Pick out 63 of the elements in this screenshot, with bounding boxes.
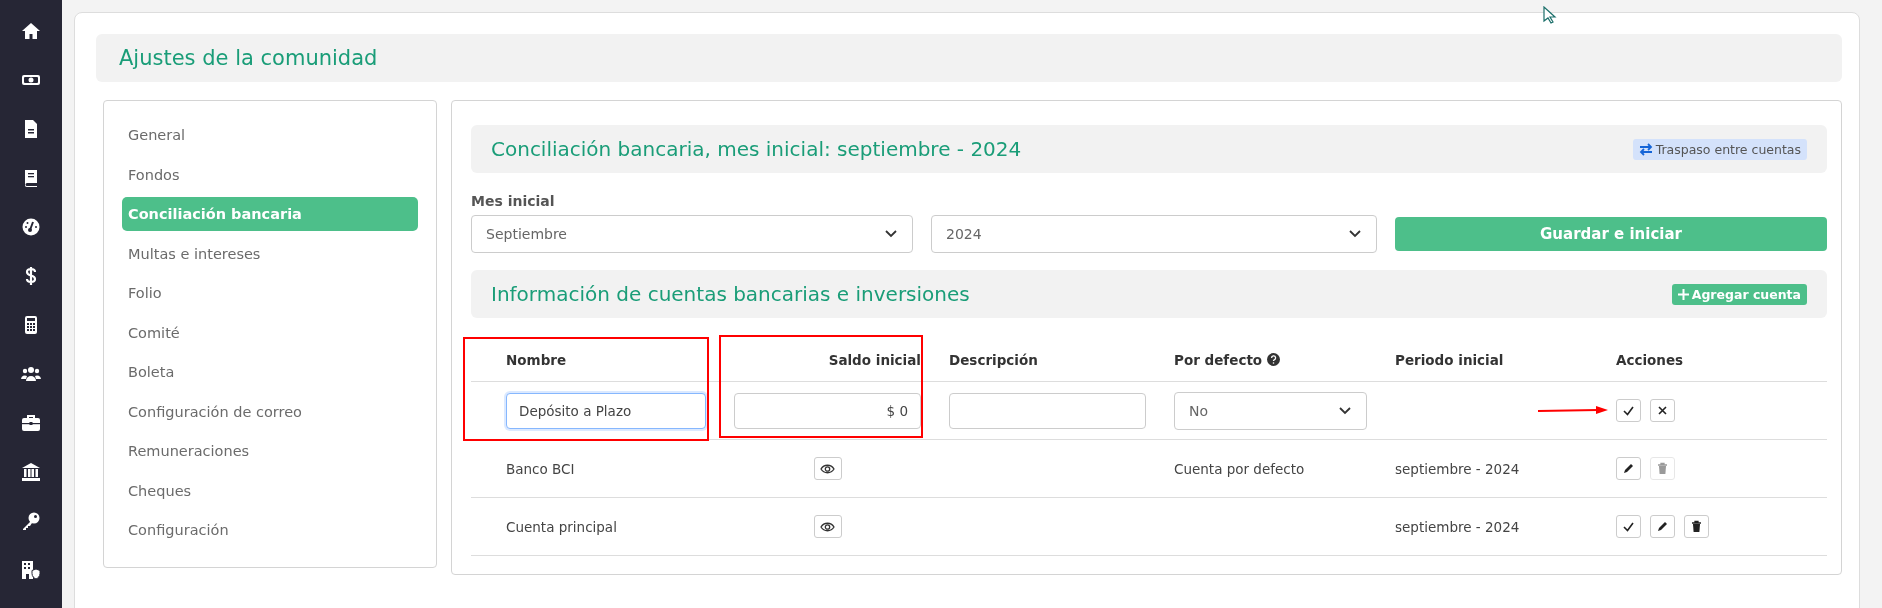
menu-item[interactable]: Comité xyxy=(122,315,418,350)
table-cell: septiembre - 2024 xyxy=(1395,518,1520,535)
year-select[interactable]: 2024 xyxy=(931,215,1377,253)
column-header: Saldo inicial xyxy=(828,351,921,368)
check-icon xyxy=(1622,404,1635,417)
key-icon[interactable] xyxy=(21,511,41,531)
pencil-icon xyxy=(1622,462,1635,475)
trash-icon xyxy=(1656,462,1669,475)
section-title: Información de cuentas bancarias e inversiones xyxy=(491,282,970,306)
home-icon[interactable] xyxy=(21,21,41,41)
column-header: Descripción xyxy=(949,351,1038,368)
trash-button[interactable] xyxy=(1684,515,1709,538)
column-header: Acciones xyxy=(1616,351,1684,368)
pencil-button[interactable] xyxy=(1616,457,1641,480)
check-icon xyxy=(1622,520,1635,533)
users-icon[interactable] xyxy=(21,364,41,384)
help-icon[interactable] xyxy=(1267,353,1281,366)
pencil-button[interactable] xyxy=(1650,515,1675,538)
check-button[interactable] xyxy=(1616,515,1641,538)
close-button[interactable] xyxy=(1650,399,1675,422)
section-title: Conciliación bancaria, mes inicial: septiembre - 2024 xyxy=(491,137,1022,161)
chevron-down-icon xyxy=(884,229,898,239)
briefcase-icon[interactable] xyxy=(21,413,41,433)
chevron-down-icon xyxy=(1338,405,1352,416)
table-cell: Cuenta por defecto xyxy=(1174,460,1305,477)
menu-item[interactable]: Fondos xyxy=(122,157,418,192)
menu-item[interactable]: Remuneraciones xyxy=(122,434,418,468)
column-header: Periodo inicial xyxy=(1395,351,1504,368)
menu-item[interactable]: Boleta xyxy=(122,355,418,389)
menu-item[interactable]: Multas e intereses xyxy=(122,236,418,271)
menu-item[interactable]: Configuración xyxy=(122,513,418,547)
table-cell: Cuenta principal xyxy=(506,518,617,535)
view-button[interactable] xyxy=(813,515,842,538)
balance-input[interactable]: $ 0 xyxy=(734,392,921,429)
month-select[interactable]: Septiembre xyxy=(471,215,913,253)
swap-arrows-icon xyxy=(1638,142,1653,156)
default-select[interactable]: No xyxy=(1174,391,1367,430)
eye-icon xyxy=(820,462,835,475)
annotation-arrow xyxy=(1538,404,1608,416)
page-title: Ajustes de la comunidad xyxy=(119,46,378,70)
menu-item[interactable]: General xyxy=(122,118,418,152)
chevron-down-icon xyxy=(1348,229,1362,239)
table-cell: septiembre - 2024 xyxy=(1395,460,1520,477)
trash-icon xyxy=(1690,520,1703,533)
eye-icon xyxy=(820,520,835,533)
description-input[interactable] xyxy=(949,392,1146,429)
menu-item[interactable]: Configuración de correo xyxy=(122,394,418,429)
building-shield-icon[interactable] xyxy=(21,560,41,580)
name-input[interactable]: Depósito a Plazo xyxy=(506,392,706,429)
column-header: Por defecto xyxy=(1174,351,1263,368)
view-button[interactable] xyxy=(813,457,842,480)
column-header: Nombre xyxy=(506,351,567,368)
plus-icon xyxy=(1677,288,1689,300)
bank-icon[interactable] xyxy=(21,462,41,482)
pencil-icon xyxy=(1656,520,1669,533)
table-cell: Banco BCI xyxy=(506,460,575,477)
check-button[interactable] xyxy=(1616,399,1641,422)
close-icon xyxy=(1656,404,1669,417)
transfer-button[interactable]: Traspaso entre cuentas xyxy=(1632,138,1807,160)
menu-item[interactable]: Cheques xyxy=(122,473,418,508)
gauge-icon[interactable] xyxy=(21,217,41,237)
field-label: Mes inicial xyxy=(471,193,556,209)
menu-item[interactable]: Folio xyxy=(122,276,418,310)
